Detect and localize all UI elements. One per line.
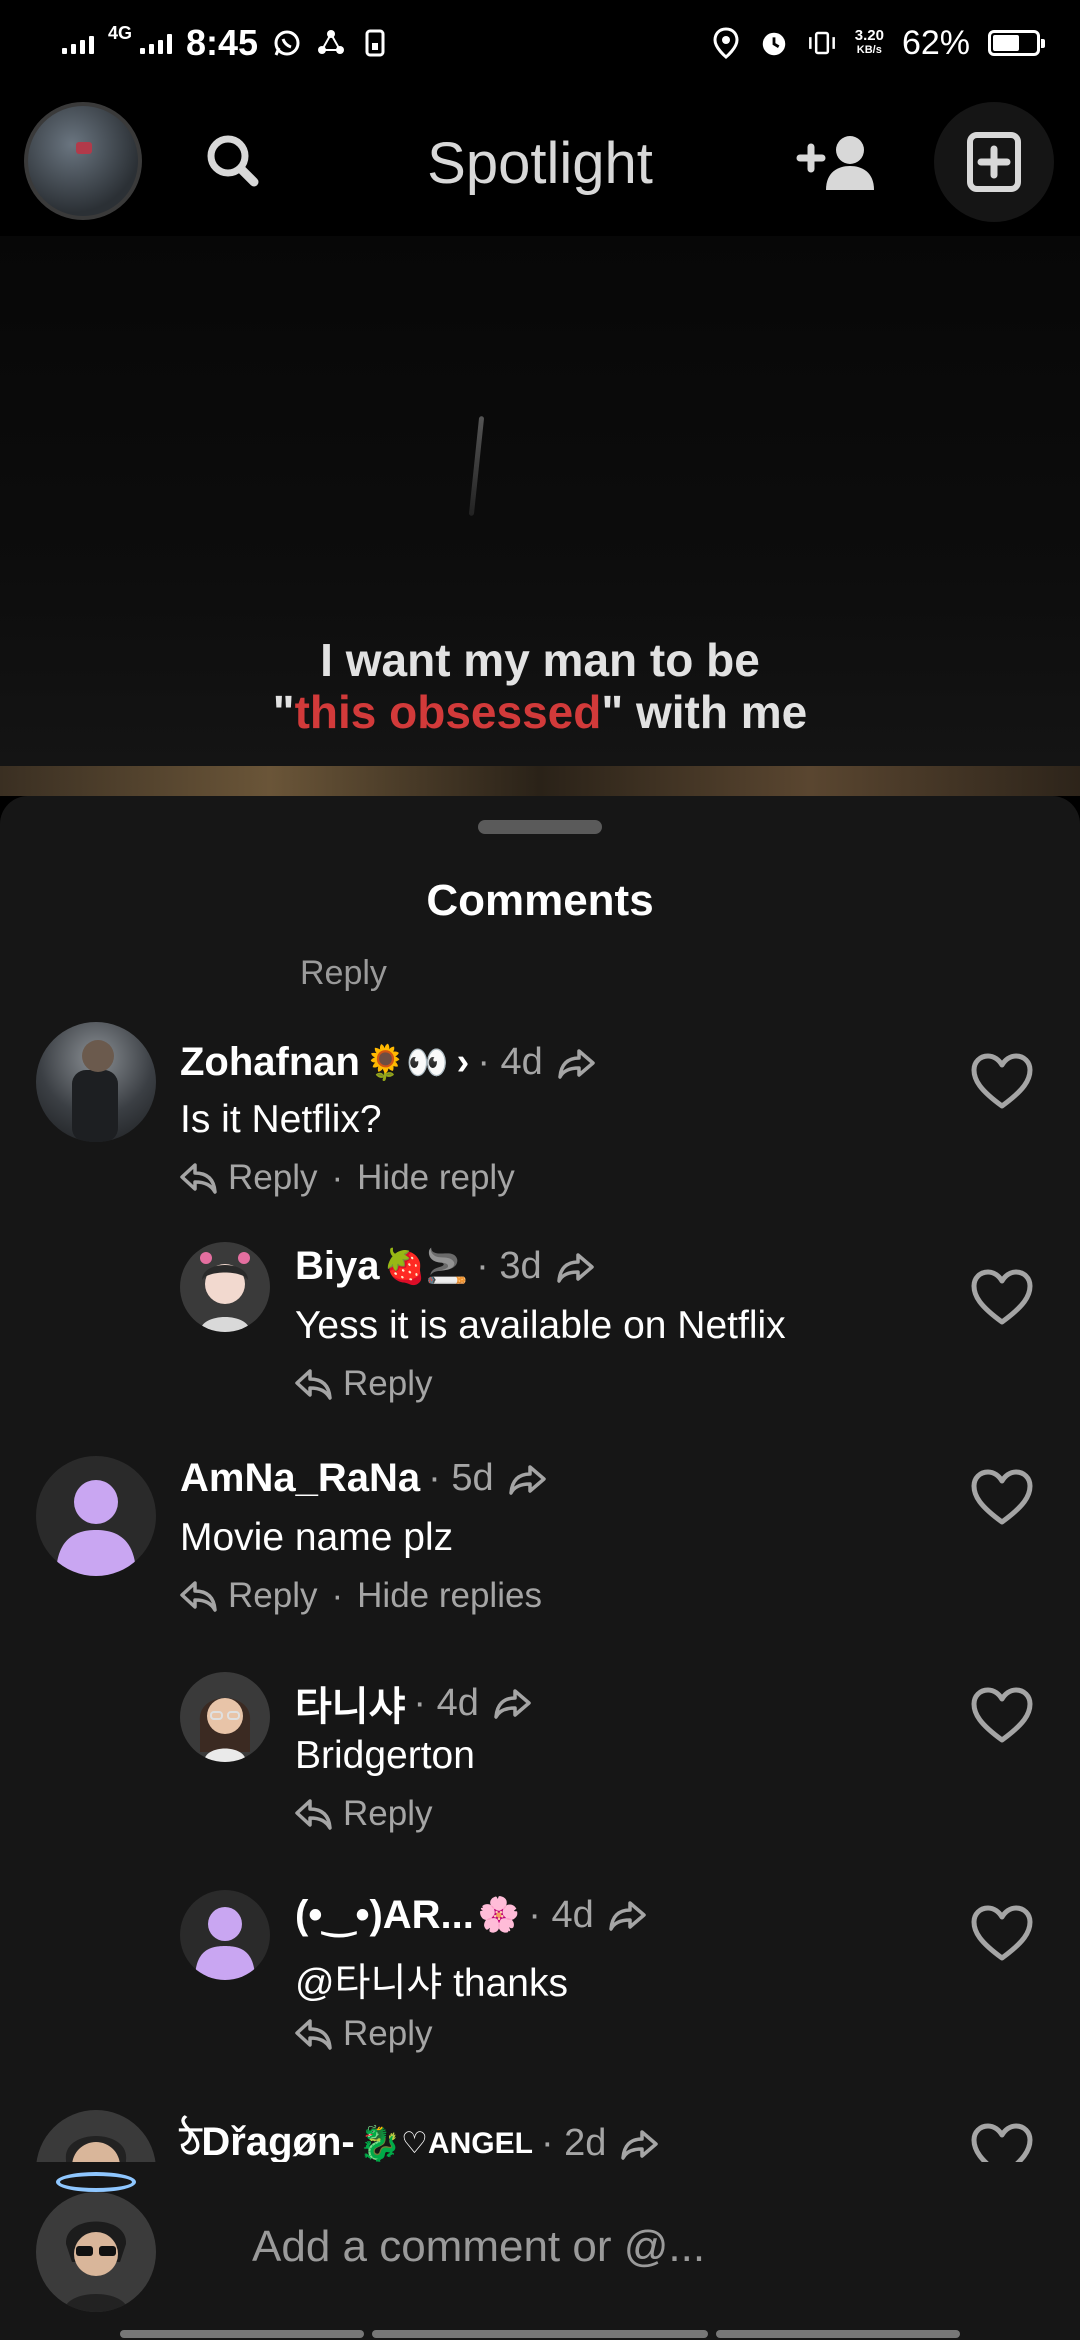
plus-square-icon	[967, 132, 1021, 192]
page-title: Spotlight	[427, 131, 653, 196]
alarm-icon	[759, 28, 789, 58]
default-avatar-icon	[56, 1480, 136, 1576]
comment-time: · 4d	[477, 1041, 543, 1083]
gesture-bar	[0, 2330, 1080, 2340]
heart-icon[interactable]	[970, 1052, 1034, 1110]
avatar[interactable]	[180, 1242, 270, 1332]
comment-author[interactable]: Zohafnan	[180, 1040, 360, 1085]
author-emoji: 🌻👀	[363, 1043, 449, 1082]
vibrate-icon	[807, 28, 837, 58]
reply-button[interactable]: Reply	[228, 1576, 317, 1616]
my-avatar[interactable]	[36, 2192, 156, 2312]
comment-text: Is it Netflix?	[180, 1098, 382, 1141]
author-emoji: 🍓🚬	[383, 1247, 469, 1286]
status-bar: 4G 8:45 3.20 KB/s 62%	[0, 0, 1080, 86]
new-snap-button[interactable]	[934, 102, 1054, 222]
comment-text: Yess it is available on Netflix	[295, 1304, 786, 1347]
comment-text: @타니샤 thanks	[295, 1962, 568, 2005]
drag-handle[interactable]	[478, 820, 602, 834]
avatar[interactable]	[36, 1022, 156, 1142]
whatsapp-icon	[272, 28, 302, 58]
share-icon[interactable]	[608, 1895, 648, 1935]
author-emoji: 🐉	[358, 2124, 402, 2163]
video-bottom-strip	[0, 766, 1080, 796]
comment-time: · 4d	[528, 1893, 594, 1936]
heart-icon[interactable]	[970, 2122, 1034, 2166]
share-icon[interactable]	[620, 2124, 660, 2164]
battery-percent: 62%	[901, 23, 970, 62]
separator-dot: ·	[331, 1576, 344, 1615]
network-speed: 3.20 KB/s	[854, 27, 884, 56]
heart-icon[interactable]	[970, 1468, 1034, 1526]
avatar[interactable]	[180, 1890, 270, 1980]
battery-icon	[988, 30, 1045, 56]
comment-time: · 4d	[413, 1681, 479, 1724]
reply-button[interactable]: Reply	[343, 2014, 432, 2054]
comment-author[interactable]: ঠDřagøn-	[180, 2110, 355, 2166]
comment-time: · 5d	[428, 1457, 494, 1499]
add-friend-icon[interactable]	[796, 128, 880, 198]
comment-author[interactable]: Biya	[295, 1244, 380, 1289]
reply-button[interactable]: Reply	[228, 1158, 317, 1198]
reply-icon	[295, 2017, 333, 2051]
author-chevron[interactable]: ›	[457, 1041, 470, 1084]
spotlight-video[interactable]: I want my man to be "this obsessed" with…	[0, 236, 1080, 796]
avatar[interactable]	[180, 1672, 270, 1762]
comment-author[interactable]: 타니샤	[295, 1674, 405, 1732]
comment-composer: Add a comment or @...	[0, 2162, 1080, 2340]
clock: 8:45	[186, 22, 259, 63]
avatar[interactable]	[36, 2110, 156, 2166]
heart-icon[interactable]	[970, 1904, 1034, 1962]
comment-text: Bridgerton	[295, 1734, 475, 1777]
hide-replies-button[interactable]: Hide reply	[357, 1158, 515, 1198]
video-frame-detail	[468, 416, 485, 516]
avatar[interactable]	[36, 1456, 156, 1576]
comment-time: · 2d	[540, 2122, 607, 2164]
hide-replies-button[interactable]: Hide replies	[357, 1576, 542, 1616]
signal-icon	[62, 32, 94, 54]
share-icon[interactable]	[557, 1043, 597, 1083]
heart-icon[interactable]	[970, 1268, 1034, 1326]
reply-icon	[295, 1797, 333, 1831]
comments-sheet: Comments Reply Zohafnan 🌻👀 › · 4d Is it …	[0, 796, 1080, 2340]
reply-button-partial[interactable]: Reply	[300, 954, 387, 993]
share-icon[interactable]	[556, 1247, 596, 1287]
author-emoji: 🌸	[477, 1896, 521, 1934]
sync-icon	[316, 28, 346, 58]
separator-dot: ·	[331, 1158, 344, 1197]
reply-icon	[180, 1579, 218, 1613]
signal-icon-2	[140, 32, 173, 54]
heart-icon[interactable]	[970, 1686, 1034, 1744]
sim-icon	[360, 28, 390, 58]
top-nav: Spotlight	[0, 96, 1080, 236]
share-icon[interactable]	[493, 1683, 533, 1723]
comment-author[interactable]: (•‿•)AR...	[295, 1892, 474, 1938]
comments-list[interactable]: Reply Zohafnan 🌻👀 › · 4d Is it Netflix? …	[0, 946, 1080, 2166]
author-name-suffix: ♡ANGEL	[401, 2127, 533, 2160]
share-icon[interactable]	[508, 1459, 548, 1499]
reply-icon	[295, 1367, 333, 1401]
video-caption: I want my man to be "this obsessed" with…	[272, 634, 808, 738]
caption-highlight: this obsessed	[294, 686, 602, 738]
comments-title: Comments	[426, 876, 654, 925]
reply-icon	[180, 1161, 218, 1195]
location-icon	[711, 27, 741, 59]
comment-text: Movie name plz	[180, 1516, 454, 1559]
halo-icon	[56, 2172, 136, 2192]
network-type: 4G	[108, 23, 133, 43]
comment-input[interactable]: Add a comment or @...	[252, 2222, 705, 2272]
default-avatar-icon	[195, 1907, 255, 1980]
comment-author[interactable]: AmNa_RaNa	[180, 1456, 420, 1501]
reply-button[interactable]: Reply	[343, 1364, 432, 1404]
reply-button[interactable]: Reply	[343, 1794, 432, 1834]
comment-time: · 3d	[476, 1245, 542, 1287]
